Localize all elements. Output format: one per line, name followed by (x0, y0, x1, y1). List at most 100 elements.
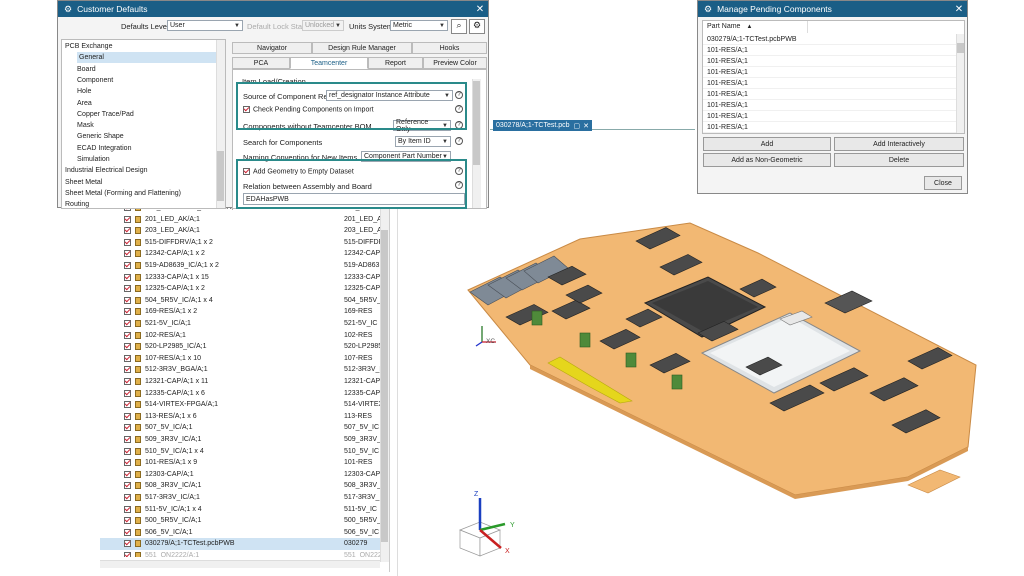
tree-item[interactable]: Board (77, 64, 96, 75)
settings-scroll-thumb[interactable] (473, 81, 480, 165)
graphics-window-tab[interactable]: 030278/A;1-TCTest.pcb ▢ ✕ (493, 120, 593, 131)
table-row[interactable]: 101-RES/A;1 x 9 101-RES (100, 457, 380, 469)
find-button[interactable]: ⌕ (451, 19, 467, 34)
tab-hooks[interactable]: Hooks (412, 42, 487, 54)
tree-item[interactable]: Hole (77, 86, 91, 97)
table-row[interactable]: 520-LP2985_IC/A;1 520-LP2985 (100, 341, 380, 353)
pending-row[interactable]: 101-RES/A;1 (703, 56, 956, 67)
row-checkbox[interactable] (124, 227, 131, 235)
tree-item[interactable]: Sheet Metal (Forming and Flattening) (65, 188, 181, 199)
table-row[interactable]: 201_LED_AK/A;1 201_LED_AK (100, 214, 380, 226)
pending-row[interactable]: 101-RES/A;1 (703, 122, 956, 133)
add-button[interactable]: Add (703, 137, 831, 151)
row-checkbox[interactable] (124, 459, 131, 467)
tab-design-rule-manager[interactable]: Design Rule Manager (312, 42, 412, 54)
table-row[interactable]: 12321-CAP/A;1 x 11 12321-CAP (100, 376, 380, 388)
close-icon[interactable]: ✕ (951, 4, 967, 15)
delete-button[interactable]: Delete (834, 153, 964, 167)
row-checkbox[interactable] (124, 273, 131, 281)
row-checkbox[interactable] (124, 540, 131, 548)
row-checkbox[interactable] (124, 494, 131, 501)
pending-scroll-thumb[interactable] (957, 43, 964, 53)
row-checkbox[interactable] (124, 389, 131, 397)
row-checkbox[interactable] (124, 354, 131, 362)
tab-navigator[interactable]: Navigator (232, 42, 312, 54)
pending-row[interactable]: 101-RES/A;1 (703, 89, 956, 100)
table-row[interactable]: 203_LED_AK/A;1 203_LED_AK (100, 225, 380, 237)
table-row[interactable]: 504_5R5V_IC/A;1 x 4 504_5R5V_I (100, 295, 380, 307)
tree-item[interactable]: Sheet Metal (65, 177, 102, 188)
row-checkbox[interactable] (124, 215, 131, 223)
tree-item[interactable]: Area (77, 98, 92, 109)
row-checkbox[interactable] (124, 447, 131, 455)
assembly-list-hscroll[interactable] (100, 560, 380, 568)
row-checkbox[interactable] (124, 308, 131, 316)
row-checkbox[interactable] (124, 401, 131, 409)
tree-item[interactable]: Mask (77, 120, 94, 131)
close-tab-icon[interactable]: ✕ (583, 122, 589, 130)
defaults-level-select[interactable]: User ▼ (167, 20, 243, 31)
tree-item[interactable]: Industrial Electrical Design (65, 165, 147, 176)
tree-item[interactable]: ECAD Integration (77, 143, 131, 154)
table-row[interactable]: 515-DIFFDRV/A;1 x 2 515-DIFFDR (100, 237, 380, 249)
table-row[interactable]: 12333-CAP/A;1 x 15 12333-CAP (100, 272, 380, 284)
search-components-select[interactable]: By Item ID ▼ (395, 136, 451, 147)
row-checkbox[interactable] (124, 436, 131, 443)
tab-report[interactable]: Report (368, 57, 423, 69)
row-checkbox[interactable] (124, 470, 131, 478)
row-checkbox[interactable] (124, 238, 131, 246)
row-checkbox[interactable] (124, 250, 131, 258)
tree-scroll-thumb[interactable] (217, 151, 224, 201)
pending-row[interactable]: 101-RES/A;1 (703, 45, 956, 56)
table-row[interactable]: 107-RES/A;1 x 10 107-RES (100, 353, 380, 365)
row-checkbox[interactable] (124, 366, 131, 374)
tree-item[interactable]: Routing (65, 199, 89, 208)
table-row[interactable]: 551_QN2222/A;1 551_QN222 (100, 550, 380, 557)
row-checkbox[interactable] (124, 378, 131, 385)
table-row[interactable]: 517-3R3V_IC/A;1 517-3R3V_I (100, 492, 380, 504)
tree-item[interactable]: Component (77, 75, 113, 86)
table-row[interactable]: 500_5R5V_IC/A;1 500_5R5V_I (100, 515, 380, 527)
part-name-header[interactable]: Part Name ▲ (703, 21, 808, 33)
close-icon[interactable]: ✕ (472, 4, 488, 15)
table-row[interactable]: 113-RES/A;1 x 6 113-RES (100, 411, 380, 423)
add-interactively-button[interactable]: Add Interactively (834, 137, 964, 151)
assembly-list-scroll-thumb[interactable] (381, 230, 388, 542)
table-row[interactable]: 519-AD8639_IC/A;1 x 2 519-AD863 (100, 260, 380, 272)
table-row[interactable]: 511-5V_IC/A;1 x 4 511-5V_IC (100, 504, 380, 516)
pending-row[interactable]: 101-RES/A;1 (703, 67, 956, 78)
table-row[interactable]: 169-RES/A;1 x 2 169-RES (100, 306, 380, 318)
table-row[interactable]: 12325-CAP/A;1 x 2 12325-CAP (100, 283, 380, 295)
table-row[interactable]: 12303-CAP/A;1 12303-CAP (100, 469, 380, 481)
table-row[interactable]: 514-VIRTEX-FPGA/A;1 514-VIRTEX (100, 399, 380, 411)
table-row[interactable]: 509_3R3V_IC/A;1 509_3R3V_I (100, 434, 380, 446)
row-checkbox[interactable] (124, 482, 131, 490)
row-checkbox[interactable] (124, 285, 131, 293)
tab-pca[interactable]: PCA (232, 57, 290, 69)
row-checkbox[interactable] (124, 343, 131, 351)
tab-teamcenter[interactable]: Teamcenter (290, 57, 368, 69)
tree-item[interactable]: General (77, 52, 217, 64)
row-checkbox[interactable] (124, 412, 131, 420)
row-checkbox[interactable] (124, 331, 131, 339)
pending-row[interactable]: 101-RES/A;1 (703, 111, 956, 122)
close-button[interactable]: Close (924, 176, 962, 190)
tree-item[interactable]: Simulation (77, 154, 110, 165)
units-system-select[interactable]: Metric ▼ (390, 20, 448, 31)
table-row[interactable]: 510_5V_IC/A;1 x 4 510_5V_IC (100, 446, 380, 458)
pending-row[interactable]: 101-RES/A;1 (703, 78, 956, 89)
table-row[interactable]: 521-5V_IC/A;1 521-5V_IC (100, 318, 380, 330)
help-icon[interactable]: ? (455, 137, 463, 145)
row-checkbox[interactable] (124, 517, 131, 525)
settings-button[interactable]: ⚙ (469, 19, 485, 34)
pending-row[interactable]: 101-RES/A;1 (703, 100, 956, 111)
table-row[interactable]: 030279/A;1-TCTest.pcbPWB 030279 (100, 538, 380, 550)
row-checkbox[interactable] (124, 262, 131, 269)
pending-row[interactable]: 030279/A;1-TCTest.pcbPWB (703, 34, 956, 45)
add-non-geometric-button[interactable]: Add as Non-Geometric (703, 153, 831, 167)
table-row[interactable]: 512-3R3V_BGA/A;1 512-3R3V_E (100, 364, 380, 376)
table-row[interactable]: 102-RES/A;1 102-RES (100, 330, 380, 342)
tab-preview-color[interactable]: Preview Color (423, 57, 487, 69)
row-checkbox[interactable] (124, 528, 131, 536)
row-checkbox[interactable] (124, 552, 131, 557)
